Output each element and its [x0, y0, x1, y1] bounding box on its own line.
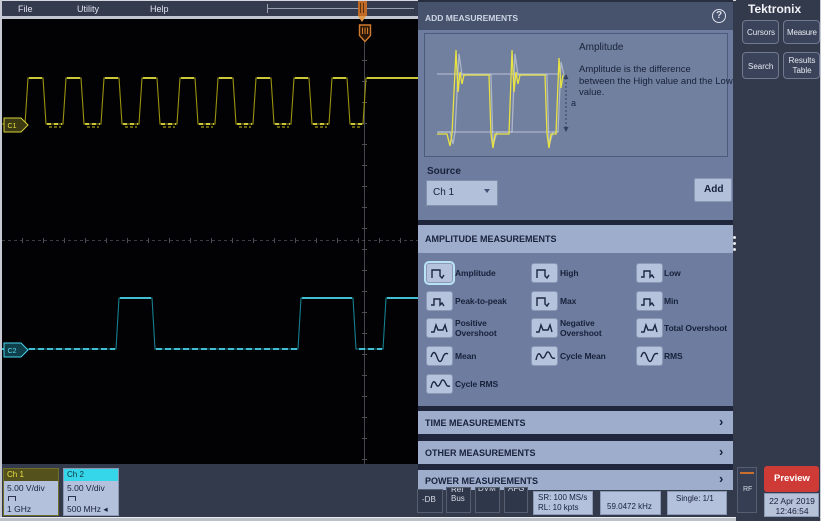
- svg-text:C2: C2: [8, 348, 17, 355]
- svg-text:C1: C1: [8, 123, 17, 130]
- svg-text:a: a: [571, 98, 576, 108]
